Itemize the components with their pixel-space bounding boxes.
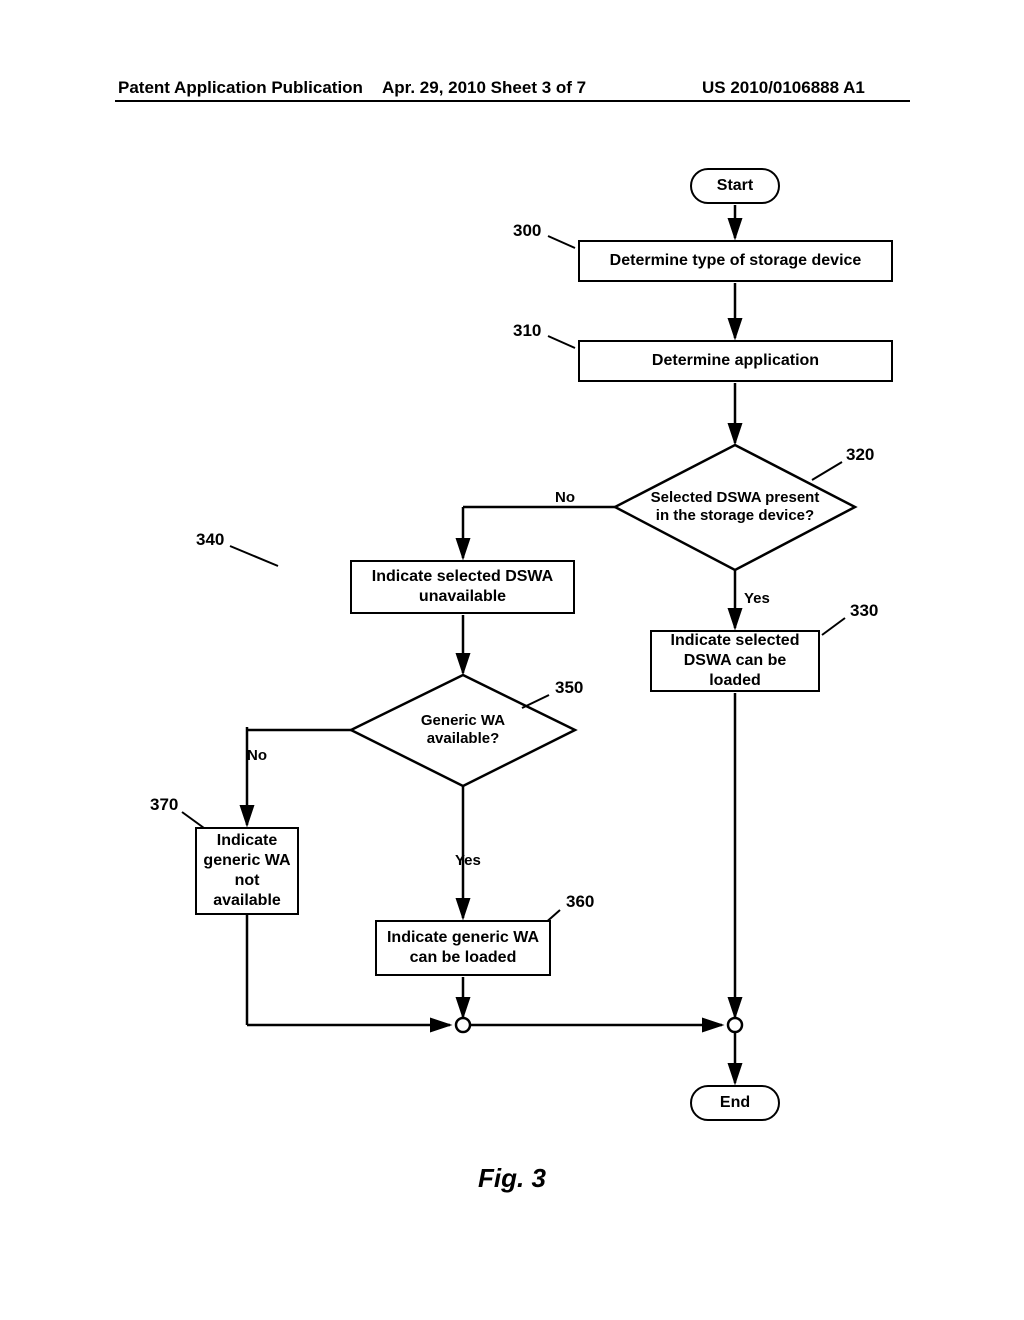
label-320: 320 [846,445,874,465]
figure-caption: Fig. 3 [478,1163,546,1194]
box-310: Determine application [578,340,893,382]
edge-no-350: No [247,747,267,764]
terminal-start: Start [690,168,780,204]
edge-no-320: No [555,489,575,506]
label-330: 330 [850,601,878,621]
terminal-end: End [690,1085,780,1121]
label-350: 350 [555,678,583,698]
label-340: 340 [196,530,224,550]
label-360: 360 [566,892,594,912]
label-370: 370 [150,795,178,815]
box-330: Indicate selected DSWA can be loaded [650,630,820,692]
box-340: Indicate selected DSWA unavailable [350,560,575,614]
label-300: 300 [513,221,541,241]
edge-yes-320: Yes [744,590,770,607]
flowchart-svg [0,0,1024,1320]
box-300: Determine type of storage device [578,240,893,282]
box-360: Indicate generic WA can be loaded [375,920,551,976]
edge-yes-350: Yes [455,852,481,869]
box-370: Indicate generic WA not available [195,827,299,915]
label-310: 310 [513,321,541,341]
